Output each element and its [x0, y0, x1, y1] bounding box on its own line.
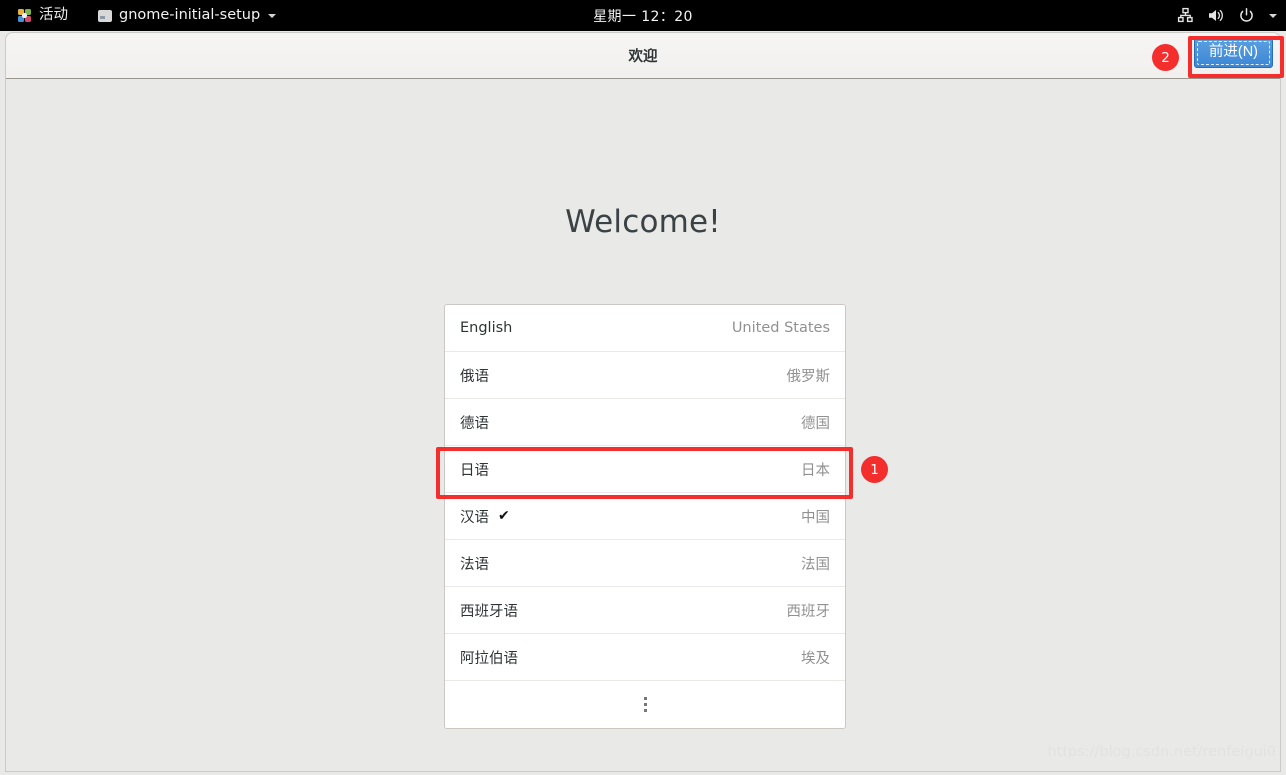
list-item[interactable]: 德语 德国 [445, 399, 845, 446]
language-list: English United States 俄语 俄罗斯 德语 德国 日语 日本… [444, 304, 846, 729]
language-country: 西班牙 [786, 603, 831, 620]
list-item-selected[interactable]: 汉语 ✔ 中国 [445, 493, 845, 540]
language-name: 法语 [460, 556, 489, 573]
language-name: 西班牙语 [460, 603, 518, 620]
network-wired-icon [1177, 7, 1194, 24]
more-vertical-icon [643, 697, 647, 712]
next-button[interactable]: 前进(N) [1193, 38, 1273, 68]
clock-button[interactable]: 星期一 12：20 [0, 0, 1286, 31]
power-icon [1238, 7, 1255, 24]
language-country: 埃及 [801, 650, 830, 667]
list-item[interactable]: 俄语 俄罗斯 [445, 352, 845, 399]
screen: 活动 gnome-initial-setup 星期一 12：20 欢迎 前进(N… [0, 0, 1286, 775]
tray-chevron-down-icon [1269, 13, 1277, 18]
language-name: 俄语 [460, 368, 489, 385]
next-button-container: 前进(N) [1193, 38, 1273, 68]
show-more-languages-button[interactable] [445, 681, 845, 728]
gnome-top-bar: 活动 gnome-initial-setup 星期一 12：20 [0, 0, 1286, 31]
volume-icon [1207, 7, 1225, 24]
language-country: 中国 [801, 509, 830, 526]
page-title: Welcome! [565, 204, 721, 240]
list-item[interactable]: 西班牙语 西班牙 [445, 587, 845, 634]
system-status-area[interactable] [1177, 0, 1277, 31]
checkmark-icon: ✔ [498, 508, 510, 524]
window-title: 欢迎 [628, 49, 658, 65]
language-name: 德语 [460, 415, 489, 432]
watermark: https://blog.csdn.net/renfeigui0 [1047, 744, 1276, 760]
language-country: United States [731, 320, 830, 336]
gnome-initial-setup-window: 欢迎 前进(N) Welcome! English United States … [6, 33, 1280, 771]
list-item[interactable]: 法语 法国 [445, 540, 845, 587]
window-headerbar: 欢迎 前进(N) [6, 33, 1280, 79]
language-country: 法国 [801, 556, 830, 573]
language-country: 日本 [801, 462, 830, 479]
language-country: 德国 [801, 415, 830, 432]
language-country: 俄罗斯 [786, 368, 831, 385]
language-name: 阿拉伯语 [460, 650, 518, 667]
list-item[interactable]: 日语 日本 [445, 446, 845, 493]
language-name: English [460, 320, 513, 336]
clock-label: 星期一 12：20 [593, 8, 693, 25]
language-name: 日语 [460, 462, 489, 479]
language-name: 汉语 [460, 509, 489, 526]
window-content: Welcome! English United States 俄语 俄罗斯 德语… [6, 79, 1280, 771]
list-item[interactable]: English United States [445, 305, 845, 352]
list-item[interactable]: 阿拉伯语 埃及 [445, 634, 845, 681]
